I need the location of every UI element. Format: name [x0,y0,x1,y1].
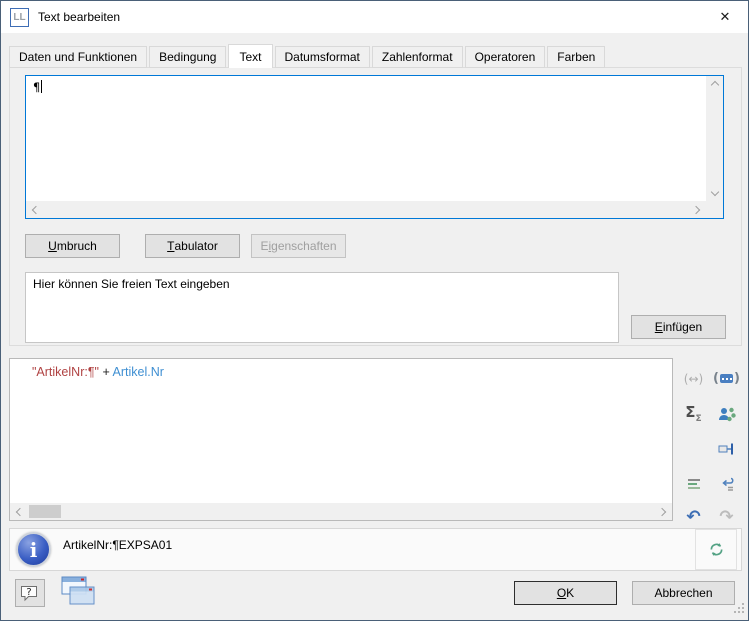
text-edit-content[interactable]: ¶ [26,76,706,201]
insert-tabulator-icon[interactable] [712,435,742,463]
help-bubble-icon: ? [19,584,41,603]
einfuegen-label-rest: infügen [663,320,702,334]
indent-list-icon[interactable] [679,470,709,498]
tabulator-label-mn: T [167,239,174,253]
scroll-up-icon[interactable] [710,81,718,89]
scrollbar-corner [706,201,723,218]
eigenschaften-label-rest: genschaften [271,239,336,253]
insert-linewrap-icon[interactable] [712,470,742,498]
eigenschaften-label-pre: E [260,239,268,253]
window-title: Text bearbeiten [38,10,120,24]
text-bearbeiten-dialog: LL Text bearbeiten ✕ Daten und Funktione… [0,0,749,621]
tab-datumsformat[interactable]: Datumsformat [275,46,370,68]
result-preview-bar: i ArtikelNr:¶EXPSA01 [9,528,742,571]
tab-zahlenformat[interactable]: Zahlenformat [372,46,463,68]
edit-vertical-scrollbar[interactable] [706,76,723,201]
tab-operatoren[interactable]: Operatoren [465,46,546,68]
scroll-right-icon[interactable] [658,507,666,515]
help-button[interactable]: ? [15,579,45,607]
parentheses-remove-icon[interactable]: (↔) [679,365,709,393]
sum-functions-icon[interactable]: ΣΣ [679,400,709,428]
close-icon[interactable]: ✕ [702,1,748,32]
formula-field: Artikel.Nr [113,365,164,379]
text-edit-area[interactable]: ¶ [25,75,724,219]
formula-operator: + [99,365,113,379]
formula-string-literal: "ArtikelNr:¶" [32,365,99,379]
tabulator-label-rest: abulator [174,239,217,253]
scroll-right-icon[interactable] [692,205,700,213]
refresh-preview-button[interactable] [695,529,737,570]
formula-expression[interactable]: "ArtikelNr:¶" + Artikel.Nr [32,365,164,379]
scroll-left-icon[interactable] [32,205,40,213]
einfuegen-button[interactable]: Einfügen [631,315,726,339]
window-mode-button[interactable] [53,575,97,612]
free-text-value: Hier können Sie freien Text eingeben [33,277,230,291]
variables-icon[interactable] [712,400,742,428]
toolbar-spacer [679,435,709,463]
text-caret [41,80,42,93]
einfuegen-label-mn: E [655,320,663,334]
editor-paragraph-mark: ¶ [33,80,40,94]
tab-text[interactable]: Text [228,44,272,68]
tab-bar: Daten und Funktionen Bedingung Text Datu… [9,44,607,68]
resize-grip[interactable] [734,603,745,617]
scrollbar-thumb[interactable] [29,505,61,518]
refresh-icon [709,542,724,557]
edit-horizontal-scrollbar[interactable] [26,201,706,218]
free-text-input[interactable]: Hier können Sie freien Text eingeben [25,272,619,343]
abbrechen-button[interactable]: Abbrechen [632,581,735,605]
parentheses-insert-icon[interactable]: () [712,365,742,393]
info-icon: i [16,532,51,567]
formula-panel[interactable]: "ArtikelNr:¶" + Artikel.Nr [9,358,673,521]
formula-horizontal-scrollbar[interactable] [10,503,672,520]
app-ll-icon: LL [10,8,29,27]
overlapping-windows-icon [53,575,97,609]
tab-bedingung[interactable]: Bedingung [149,46,226,68]
svg-text:?: ? [26,587,31,598]
abbrechen-label-rest: Abbrechen [654,586,712,600]
redo-icon[interactable]: ↷ [719,507,733,527]
result-preview-text: ArtikelNr:¶EXPSA01 [63,538,172,552]
undo-icon[interactable]: ↶ [686,507,700,527]
formula-toolbar: (↔) () ΣΣ [677,358,747,523]
umbruch-button[interactable]: Umbruch [25,234,120,258]
scroll-down-icon[interactable] [710,188,718,196]
ok-label-mn: O [557,586,566,600]
tabulator-button[interactable]: Tabulator [145,234,240,258]
ok-label-rest: K [566,586,574,600]
tab-daten-und-funktionen[interactable]: Daten und Funktionen [9,46,147,68]
ok-button[interactable]: OK [514,581,617,605]
eigenschaften-button[interactable]: Eigenschaften [251,234,346,258]
tab-farben[interactable]: Farben [547,46,605,68]
titlebar: LL Text bearbeiten ✕ [1,1,748,33]
umbruch-label-rest: mbruch [57,239,97,253]
umbruch-label-mn: U [48,239,57,253]
scroll-left-icon[interactable] [16,507,24,515]
